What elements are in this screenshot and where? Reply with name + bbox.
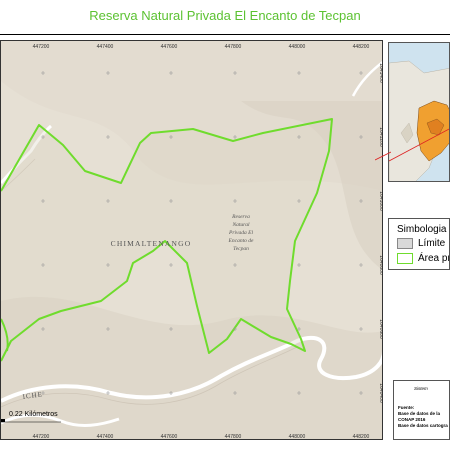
legend-title: Simbologia (397, 224, 447, 235)
y-tick-right: 1640800 (378, 255, 383, 275)
x-tick-top: 448200 (353, 44, 370, 50)
info-heading: Sistem (414, 386, 428, 391)
x-tick-bottom: 448200 (353, 434, 370, 440)
x-tick-bottom: 447400 (97, 434, 114, 440)
source-box: Sistem Fuente: Base de datos de la CONAP… (393, 380, 450, 440)
legend-item-area: Área pr (397, 253, 450, 265)
x-tick-bottom: 447800 (225, 434, 242, 440)
source-line3: Base de datos cartogra (398, 423, 448, 428)
source-label: Fuente: (398, 405, 415, 410)
scale-bar-segment (1, 419, 5, 422)
x-tick-bottom: 448000 (289, 434, 306, 440)
map-title: Reserva Natural Privada El Encanto de Te… (89, 8, 361, 23)
locator-svg (389, 43, 449, 181)
legend-swatch-limite (397, 238, 413, 249)
y-tick-right: 1641400 (378, 63, 383, 83)
y-tick-right: 1641200 (378, 127, 383, 147)
reserve-label-line2: Natural (231, 222, 250, 228)
y-tick-right: 1640600 (378, 319, 383, 339)
reserve-label-line3: Privada El (228, 230, 253, 236)
source-line2: CONAP 2016 (398, 417, 426, 422)
legend-item-limite: Límite (397, 238, 445, 249)
x-tick-top: 447800 (225, 44, 242, 50)
legend-swatch-area (397, 253, 413, 264)
x-tick-bottom: 447600 (161, 434, 178, 440)
y-tick-right: 1640400 (378, 383, 383, 403)
x-tick-top: 448000 (289, 44, 306, 50)
x-tick-top: 447200 (33, 44, 50, 50)
legend: Simbologia Límite Área pr (388, 218, 450, 270)
reserve-label-line1: Reserva (231, 214, 250, 220)
legend-label: Área pr (418, 253, 450, 265)
scale-label: 0.22 Kilómetros (9, 411, 58, 418)
y-tick-right: 1641000 (378, 191, 383, 211)
title-bar: Reserva Natural Privada El Encanto de Te… (0, 0, 450, 35)
legend-label: Límite (418, 238, 446, 250)
x-tick-top: 447400 (97, 44, 114, 50)
source-line1: Base de datos de la (398, 411, 441, 416)
reserve-label-line4: Encanto de (228, 238, 254, 244)
main-map[interactable]: CHIMALTENANGO ICHE Reserva Natural Priva… (0, 40, 383, 440)
locator-map[interactable] (388, 42, 450, 182)
map-canvas: CHIMALTENANGO ICHE Reserva Natural Priva… (1, 41, 383, 440)
reserve-label-line5: Tecpan (233, 246, 249, 252)
x-tick-bottom: 447200 (33, 434, 50, 440)
locator-connector (375, 151, 391, 161)
department-label: CHIMALTENANGO (111, 239, 192, 248)
x-tick-top: 447600 (161, 44, 178, 50)
